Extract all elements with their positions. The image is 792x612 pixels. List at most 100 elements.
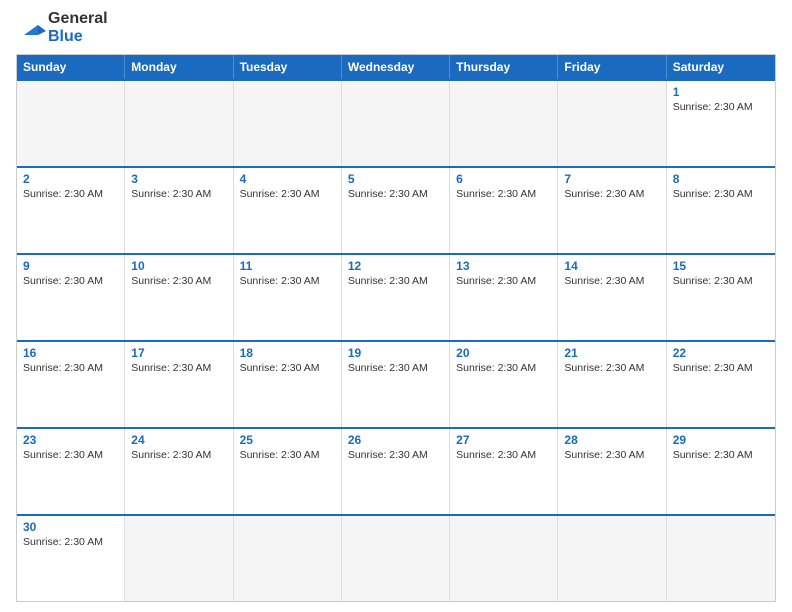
calendar-day-1: 1 Sunrise: 2:30 AM: [667, 81, 775, 166]
day-number-6: 6: [456, 172, 551, 186]
empty-cell-w0-c0: [17, 81, 125, 166]
logo: General Blue: [16, 10, 108, 46]
day-number-11: 11: [240, 259, 335, 273]
calendar-week-1: 1 Sunrise: 2:30 AM: [17, 79, 775, 166]
calendar-week-3: 9 Sunrise: 2:30 AM 10 Sunrise: 2:30 AM 11 Sun…: [17, 253, 775, 340]
day-number-28: 28: [564, 433, 659, 447]
calendar-day-10: 10 Sunrise: 2:30 AM: [125, 255, 233, 340]
day-info-13: Sunrise: 2:30 AM: [456, 275, 536, 287]
day-number-10: 10: [131, 259, 226, 273]
empty-cell-w0-c5: [558, 81, 666, 166]
calendar-day-15: 15 Sunrise: 2:30 AM: [667, 255, 775, 340]
day-info-26: Sunrise: 2:30 AM: [348, 449, 428, 461]
day-number-23: 23: [23, 433, 118, 447]
day-number-21: 21: [564, 346, 659, 360]
header: General Blue: [16, 10, 776, 46]
day-number-25: 25: [240, 433, 335, 447]
calendar-day-3: 3 Sunrise: 2:30 AM: [125, 168, 233, 253]
day-number-15: 15: [673, 259, 769, 273]
day-info-17: Sunrise: 2:30 AM: [131, 362, 211, 374]
calendar-day-19: 19Sunrise: 2:30 AM: [342, 342, 450, 427]
empty-cell-w5-c5: [558, 516, 666, 601]
day-number-19: 19: [348, 346, 443, 360]
day-info-9: Sunrise: 2:30 AM: [23, 275, 103, 287]
calendar: SundayMondayTuesdayWednesdayThursdayFrid…: [16, 54, 776, 602]
header-cell-thursday: Thursday: [450, 55, 558, 79]
day-info-24: Sunrise: 2:30 AM: [131, 449, 211, 461]
empty-cell-w0-c2: [234, 81, 342, 166]
day-info-28: Sunrise: 2:30 AM: [564, 449, 644, 461]
calendar-day-30: 30 Sunrise: 2:30 AM: [17, 516, 125, 601]
day-info-30: Sunrise: 2:30 AM: [23, 536, 103, 548]
header-cell-friday: Friday: [558, 55, 666, 79]
calendar-day-13: 13Sunrise: 2:30 AM: [450, 255, 558, 340]
day-number-27: 27: [456, 433, 551, 447]
calendar-day-27: 27Sunrise: 2:30 AM: [450, 429, 558, 514]
empty-cell-w5-c1: [125, 516, 233, 601]
day-info-5: Sunrise: 2:30 AM: [348, 188, 428, 200]
header-cell-tuesday: Tuesday: [234, 55, 342, 79]
day-info-8: Sunrise: 2:30 AM: [673, 188, 753, 200]
calendar-day-23: 23 Sunrise: 2:30 AM: [17, 429, 125, 514]
day-number-12: 12: [348, 259, 443, 273]
empty-cell-w5-c4: [450, 516, 558, 601]
calendar-week-4: 16Sunrise: 2:30 AM 17 Sunrise: 2:30 AM 18 Su…: [17, 340, 775, 427]
day-number-29: 29: [673, 433, 769, 447]
empty-cell-w0-c1: [125, 81, 233, 166]
calendar-day-2: 2 Sunrise: 2:30 AM: [17, 168, 125, 253]
day-number-17: 17: [131, 346, 226, 360]
calendar-day-5: 5 Sunrise: 2:30 AM: [342, 168, 450, 253]
day-info-21: Sunrise: 2:30 AM: [564, 362, 644, 374]
day-info-3: Sunrise: 2:30 AM: [131, 188, 211, 200]
day-number-26: 26: [348, 433, 443, 447]
header-cell-wednesday: Wednesday: [342, 55, 450, 79]
day-number-2: 2: [23, 172, 118, 186]
calendar-day-6: 6 Sunrise: 2:30 AM: [450, 168, 558, 253]
header-cell-saturday: Saturday: [667, 55, 775, 79]
calendar-day-25: 25 Sunrise: 2:30 AM: [234, 429, 342, 514]
calendar-day-14: 14Sunrise: 2:30 AM: [558, 255, 666, 340]
logo-svg-icon: [16, 17, 46, 39]
page: General Blue SundayMondayTuesdayWednesda…: [0, 0, 792, 612]
calendar-header-row: SundayMondayTuesdayWednesdayThursdayFrid…: [17, 55, 775, 79]
day-number-7: 7: [564, 172, 659, 186]
day-info-2: Sunrise: 2:30 AM: [23, 188, 103, 200]
calendar-day-18: 18 Sunrise: 2:30 AM: [234, 342, 342, 427]
empty-cell-w5-c3: [342, 516, 450, 601]
calendar-day-11: 11 Sunrise: 2:30 AM: [234, 255, 342, 340]
day-info-7: Sunrise: 2:30 AM: [564, 188, 644, 200]
calendar-week-2: 2Sunrise: 2:30 AM3Sunrise: 2:30 AM4Sunri…: [17, 166, 775, 253]
day-number-18: 18: [240, 346, 335, 360]
day-info-23: Sunrise: 2:30 AM: [23, 449, 103, 461]
empty-cell-w5-c2: [234, 516, 342, 601]
calendar-day-16: 16Sunrise: 2:30 AM: [17, 342, 125, 427]
day-info-16: Sunrise: 2:30 AM: [23, 362, 103, 374]
day-number-5: 5: [348, 172, 443, 186]
day-info-6: Sunrise: 2:30 AM: [456, 188, 536, 200]
day-number-30: 30: [23, 520, 118, 534]
day-info-25: Sunrise: 2:30 AM: [240, 449, 320, 461]
day-info-1: Sunrise: 2:30 AM: [673, 101, 753, 113]
logo-blue: Blue: [48, 28, 83, 45]
calendar-day-28: 28 Sunrise: 2:30 AM: [558, 429, 666, 514]
calendar-day-21: 21 Sunrise: 2:30 AM: [558, 342, 666, 427]
calendar-week-6: 30 Sunrise: 2:30 AM: [17, 514, 775, 601]
calendar-week-5: 23Sunrise: 2:30 AM24Sunrise: 2:30 AM25Su…: [17, 427, 775, 514]
calendar-day-4: 4Sunrise: 2:30 AM: [234, 168, 342, 253]
day-number-3: 3: [131, 172, 226, 186]
day-info-10: Sunrise: 2:30 AM: [131, 275, 211, 287]
day-number-20: 20: [456, 346, 551, 360]
day-info-4: Sunrise: 2:30 AM: [240, 188, 320, 200]
calendar-day-24: 24Sunrise: 2:30 AM: [125, 429, 233, 514]
day-info-18: Sunrise: 2:30 AM: [240, 362, 320, 374]
day-info-11: Sunrise: 2:30 AM: [240, 275, 320, 287]
day-number-8: 8: [673, 172, 769, 186]
day-info-15: Sunrise: 2:30 AM: [673, 275, 753, 287]
day-number-1: 1: [673, 85, 769, 99]
day-number-14: 14: [564, 259, 659, 273]
header-cell-monday: Monday: [125, 55, 233, 79]
empty-cell-w0-c3: [342, 81, 450, 166]
calendar-day-9: 9 Sunrise: 2:30 AM: [17, 255, 125, 340]
day-number-9: 9: [23, 259, 118, 273]
header-cell-sunday: Sunday: [17, 55, 125, 79]
